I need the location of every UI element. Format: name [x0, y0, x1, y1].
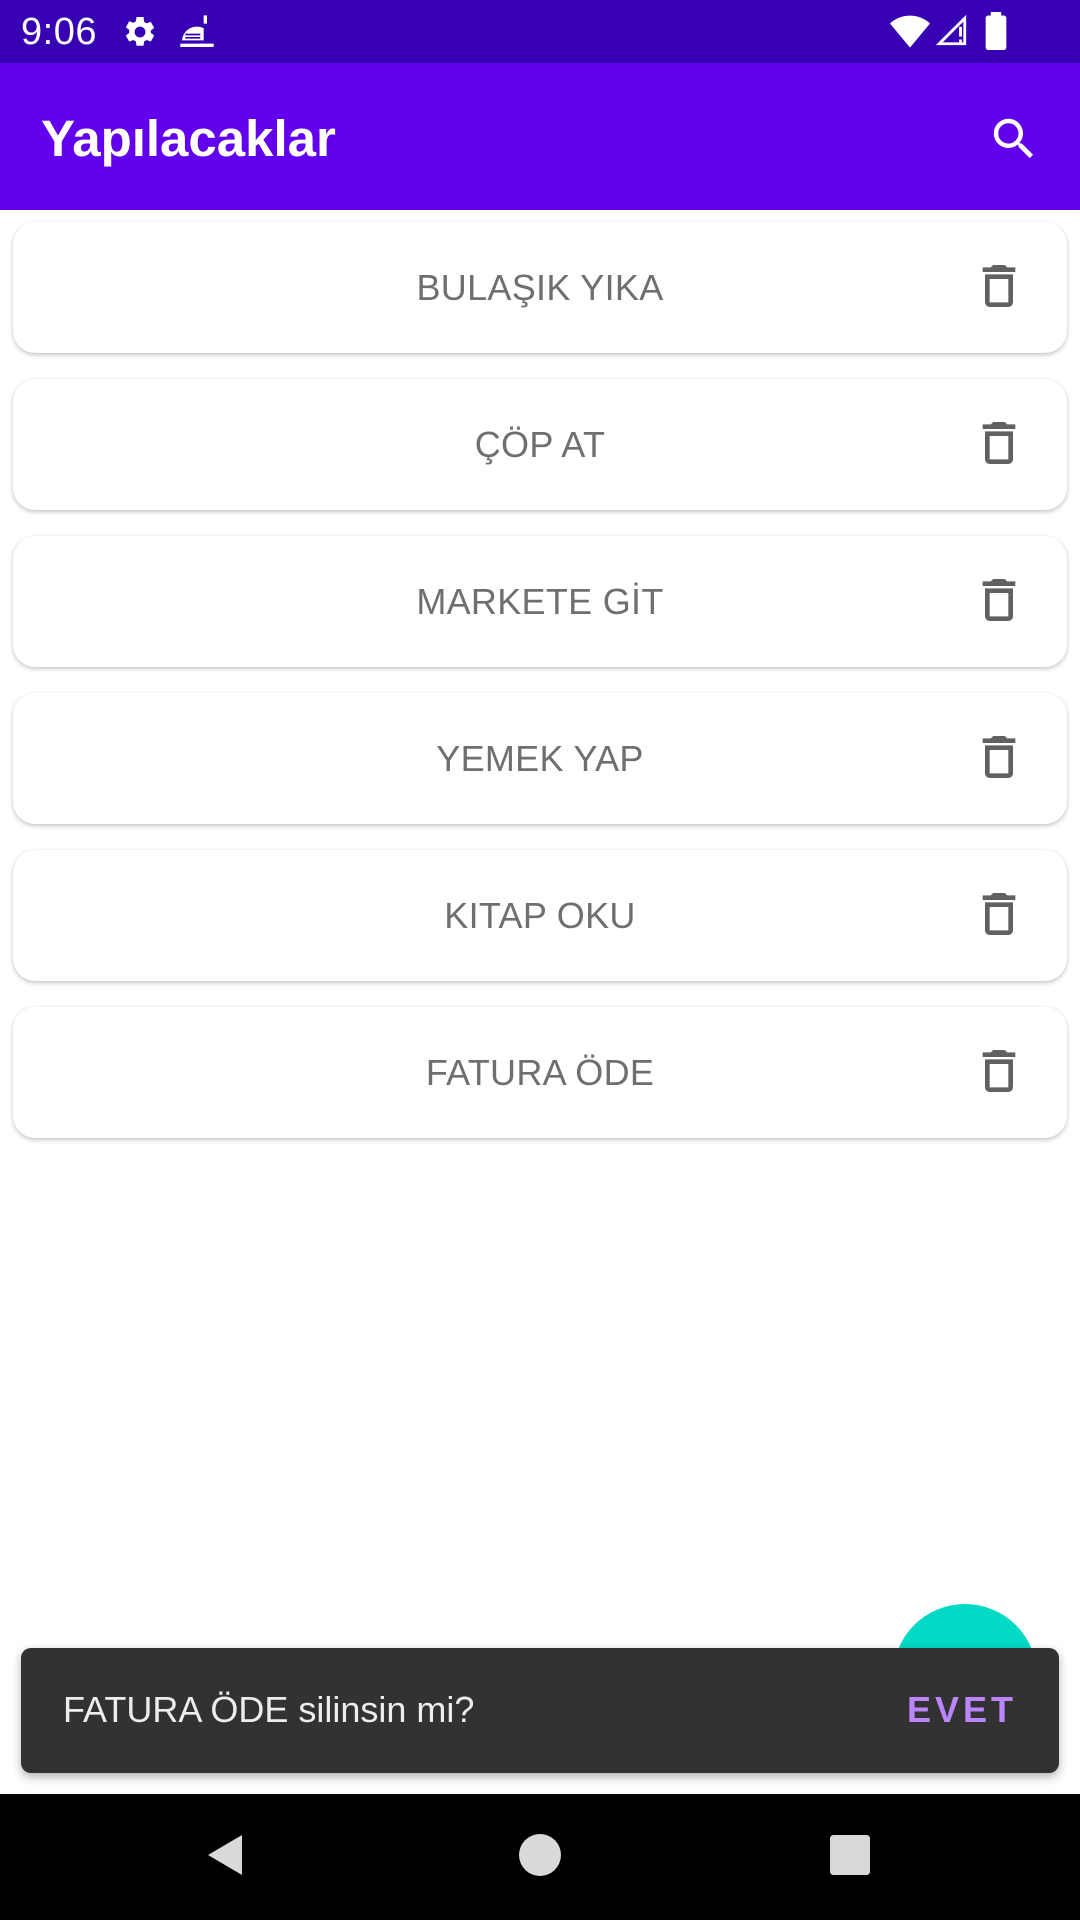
- status-time: 9:06: [21, 11, 97, 53]
- search-button[interactable]: [976, 103, 1052, 179]
- todo-label: YEMEK YAP: [436, 737, 644, 779]
- todo-label: MARKETE GİT: [416, 580, 664, 622]
- list-item[interactable]: YEMEK YAP: [13, 693, 1067, 824]
- back-icon: [202, 1831, 250, 1884]
- status-bar: 9:06: [0, 0, 1080, 63]
- list-item[interactable]: KITAP OKU: [13, 850, 1067, 981]
- delete-button[interactable]: [964, 253, 1034, 323]
- list-item[interactable]: FATURA ÖDE: [13, 1007, 1067, 1138]
- confirm-delete-button[interactable]: EVET: [907, 1686, 1017, 1734]
- delete-button[interactable]: [964, 724, 1034, 794]
- list-item[interactable]: MARKETE GİT: [13, 536, 1067, 667]
- gear-icon: [122, 14, 158, 55]
- navigation-bar: [0, 1794, 1080, 1920]
- delete-button[interactable]: [964, 881, 1034, 951]
- search-icon: [987, 112, 1041, 171]
- recents-icon: [830, 1834, 870, 1880]
- todo-list: BULAŞIK YIKA ÇÖP AT MARKETE GİT YEMEK YA…: [13, 222, 1067, 1164]
- page-title: Yapılacaklar: [41, 110, 336, 167]
- home-button[interactable]: [510, 1827, 570, 1887]
- todo-label: ÇÖP AT: [474, 423, 606, 465]
- signal-icon: [935, 14, 969, 53]
- todo-label: BULAŞIK YIKA: [416, 266, 664, 308]
- delete-button[interactable]: [964, 410, 1034, 480]
- battery-icon: [985, 12, 1007, 55]
- trash-icon: [971, 1043, 1027, 1104]
- todo-label: FATURA ÖDE: [425, 1051, 655, 1093]
- list-item[interactable]: BULAŞIK YIKA: [13, 222, 1067, 353]
- todo-label: KITAP OKU: [444, 894, 636, 936]
- trash-icon: [971, 258, 1027, 319]
- home-icon: [519, 1833, 561, 1881]
- snackbar-message: FATURA ÖDE silinsin mi?: [63, 1689, 475, 1730]
- trash-icon: [971, 729, 1027, 790]
- trash-icon: [971, 415, 1027, 476]
- list-item[interactable]: ÇÖP AT: [13, 379, 1067, 510]
- food-tray-icon: [177, 12, 217, 57]
- snackbar: FATURA ÖDE silinsin mi? EVET: [21, 1648, 1059, 1773]
- trash-icon: [971, 572, 1027, 633]
- trash-icon: [971, 886, 1027, 947]
- recents-button[interactable]: [820, 1827, 880, 1887]
- app-bar: Yapılacaklar: [0, 63, 1080, 210]
- delete-button[interactable]: [964, 1038, 1034, 1108]
- back-button[interactable]: [196, 1827, 256, 1887]
- delete-button[interactable]: [964, 567, 1034, 637]
- wifi-icon: [890, 14, 930, 53]
